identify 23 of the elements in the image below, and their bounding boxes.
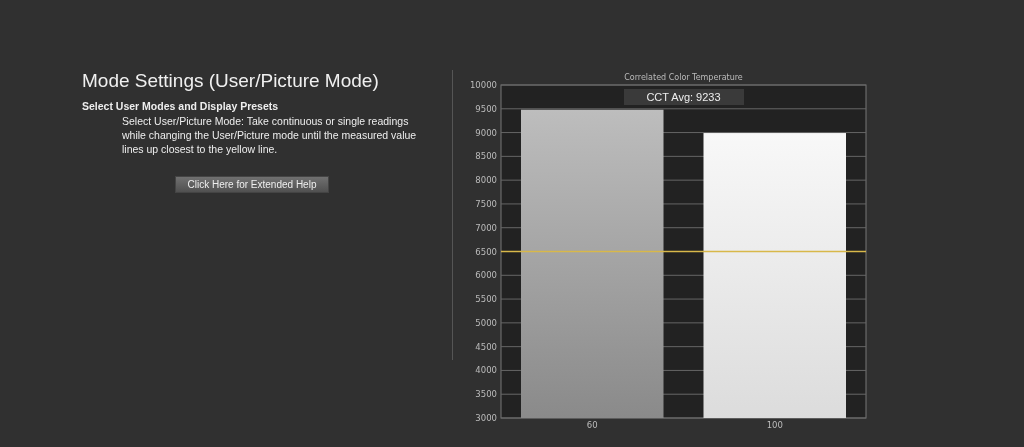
x-tick-label: 100 <box>766 420 783 430</box>
y-tick-label: 3000 <box>475 413 497 423</box>
y-tick-label: 8000 <box>475 175 497 186</box>
y-tick-label: 9000 <box>475 127 497 138</box>
y-tick-label: 8500 <box>475 151 497 162</box>
page-title: Mode Settings (User/Picture Mode) <box>82 70 380 92</box>
y-tick-label: 4500 <box>475 341 497 352</box>
y-tick-label: 10000 <box>469 80 497 90</box>
average-label: CCT Avg: 9233 <box>623 89 744 105</box>
x-tick-label: 60 <box>586 420 598 430</box>
chart-title: Correlated Color Temperature <box>624 73 743 82</box>
y-tick-label: 5000 <box>475 317 497 328</box>
y-tick-label: 6000 <box>475 270 497 281</box>
y-tick-label: 3500 <box>475 389 497 400</box>
instructions-text: Select User/Picture Mode: Take continuous or single readings while changing the User/Picture mode until the measured value lines up closest to the yellow line. <box>122 114 418 156</box>
y-tick-label: 6500 <box>475 246 497 257</box>
y-tick-label: 9500 <box>475 103 497 114</box>
extended-help-button[interactable]: Click Here for Extended Help <box>174 176 330 193</box>
y-tick-label: 5500 <box>475 294 497 305</box>
y-tick-label: 4000 <box>475 365 497 376</box>
section-heading: Select User Modes and Display Presets <box>82 100 280 112</box>
y-tick-label: 7500 <box>475 198 497 209</box>
y-tick-label: 7000 <box>475 222 497 233</box>
